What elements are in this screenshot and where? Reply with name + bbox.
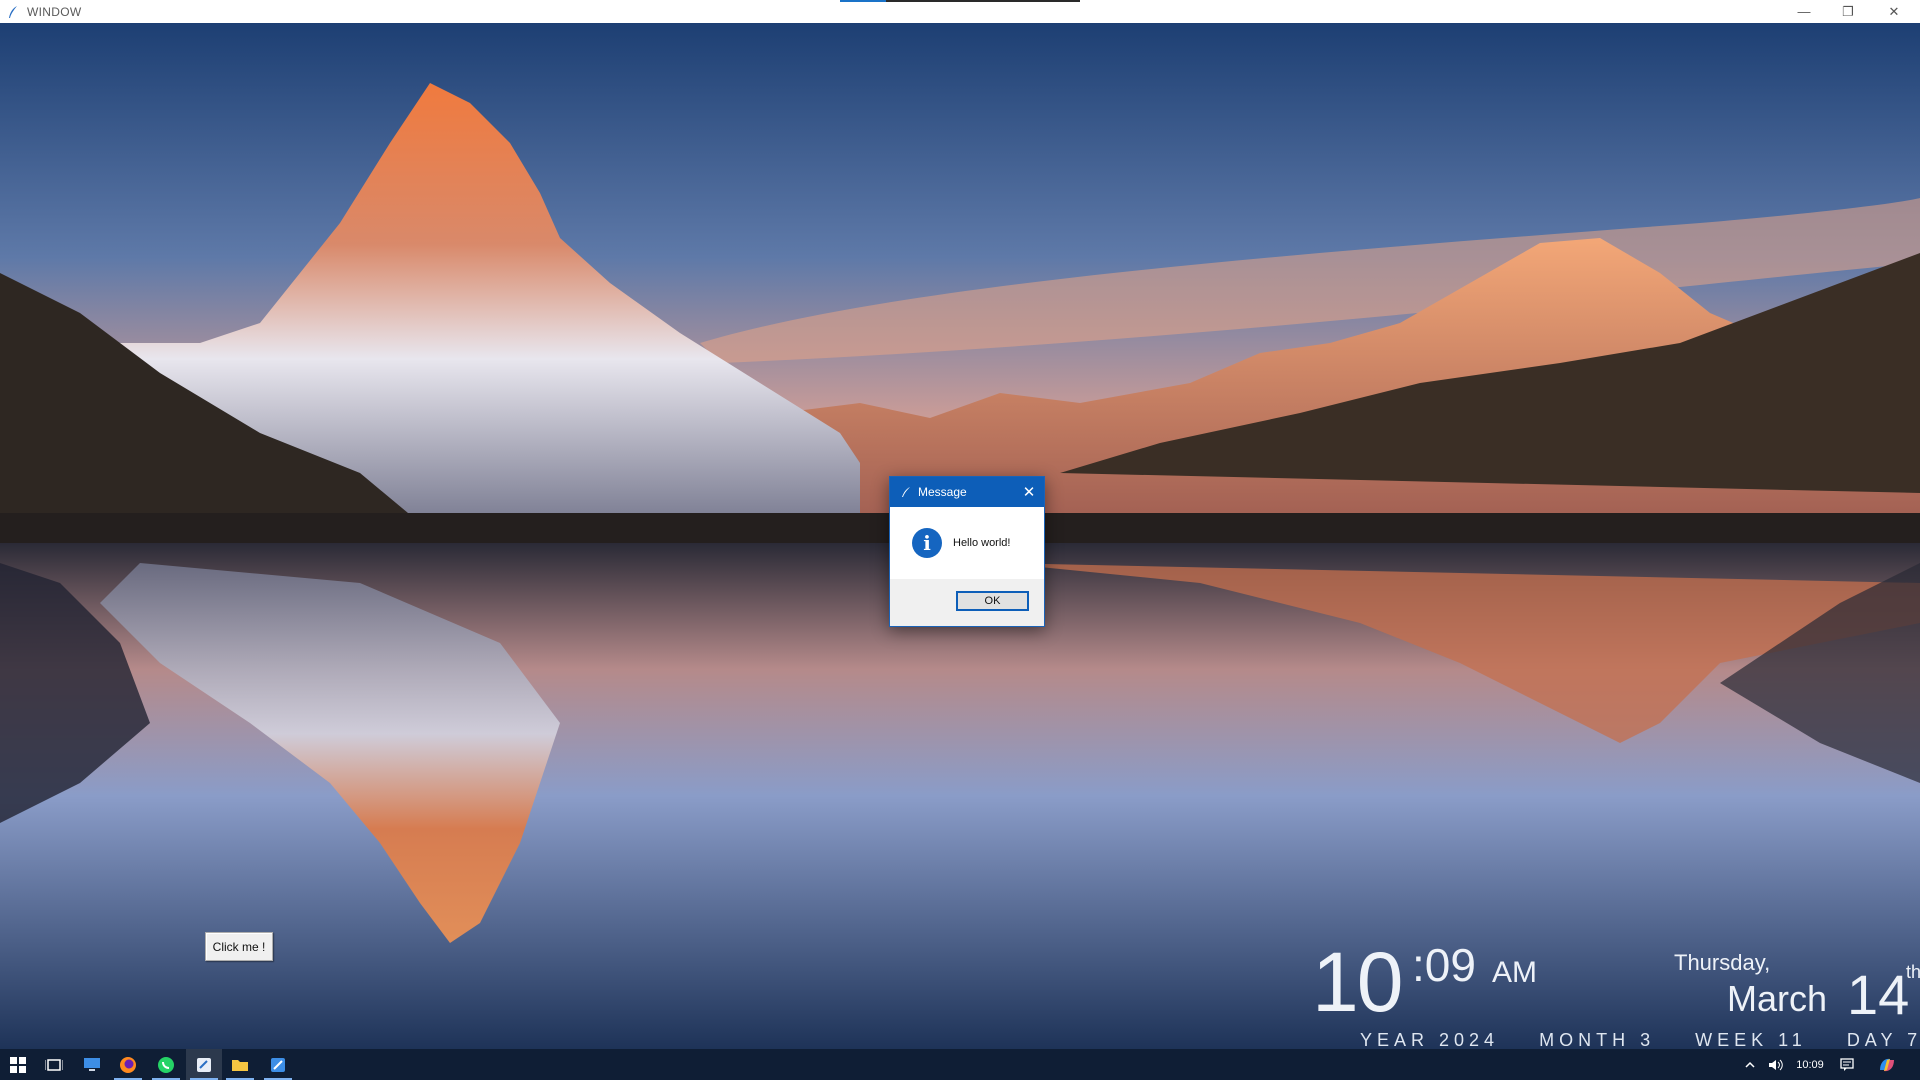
dialog-footer: OK — [890, 579, 1044, 626]
chevron-up-icon[interactable] — [1740, 1049, 1760, 1080]
window-titlebar: WINDOW — ❐ ✕ — [0, 0, 1920, 23]
message-dialog: Message ✕ i Hello world! OK — [889, 476, 1045, 627]
window-title: WINDOW — [27, 4, 82, 19]
clock-ampm: AM — [1492, 956, 1537, 989]
date-day-suffix: th — [1906, 962, 1920, 982]
python-app-icon[interactable] — [186, 1049, 222, 1080]
click-me-button[interactable]: Click me ! — [205, 932, 273, 961]
dialog-body: i Hello world! — [890, 507, 1044, 579]
ok-button[interactable]: OK — [956, 591, 1029, 611]
volume-icon[interactable] — [1764, 1049, 1788, 1080]
dialog-titlebar: Message ✕ — [890, 477, 1044, 507]
day-label: DAY 74 — [1846, 1030, 1920, 1050]
desktop-app-icon[interactable] — [74, 1049, 110, 1080]
date-day: 14 — [1847, 963, 1910, 1026]
date-weekday: Thursday, — [1674, 950, 1771, 975]
dialog-message: Hello world! — [953, 537, 1011, 549]
month-label: MONTH 3 — [1539, 1030, 1656, 1050]
info-icon: i — [912, 528, 942, 558]
copilot-icon[interactable] — [1872, 1049, 1902, 1080]
week-label: WEEK 11 — [1695, 1030, 1807, 1050]
year-label: YEAR 2024 — [1360, 1030, 1500, 1050]
notification-icon[interactable] — [1834, 1049, 1860, 1080]
task-view-icon[interactable] — [36, 1049, 72, 1080]
firefox-icon[interactable] — [110, 1049, 146, 1080]
dialog-title: Message — [918, 485, 967, 499]
date-month: March — [1727, 978, 1828, 1019]
feather-icon — [6, 5, 20, 19]
dialog-close-button[interactable]: ✕ — [1020, 483, 1038, 501]
taskbar: 10:09 — [0, 1049, 1920, 1080]
tray-clock[interactable]: 10:09 — [1792, 1049, 1828, 1080]
clock-minute: :09 — [1412, 939, 1476, 991]
whatsapp-icon[interactable] — [148, 1049, 184, 1080]
paint-icon[interactable] — [260, 1049, 296, 1080]
progress-fill — [840, 0, 886, 2]
close-button[interactable]: ✕ — [1872, 0, 1916, 23]
date-stats-line: YEAR 2024 MONTH 3 WEEK 11 DAY 74 — [1360, 1030, 1920, 1051]
maximize-button[interactable]: ❐ — [1826, 0, 1870, 23]
loading-progress-bar — [840, 0, 1080, 2]
clock-hour: 10 — [1312, 935, 1403, 1029]
file-explorer-icon[interactable] — [222, 1049, 258, 1080]
minimize-button[interactable]: — — [1782, 0, 1826, 23]
feather-icon — [900, 486, 912, 498]
start-icon[interactable] — [0, 1049, 36, 1080]
